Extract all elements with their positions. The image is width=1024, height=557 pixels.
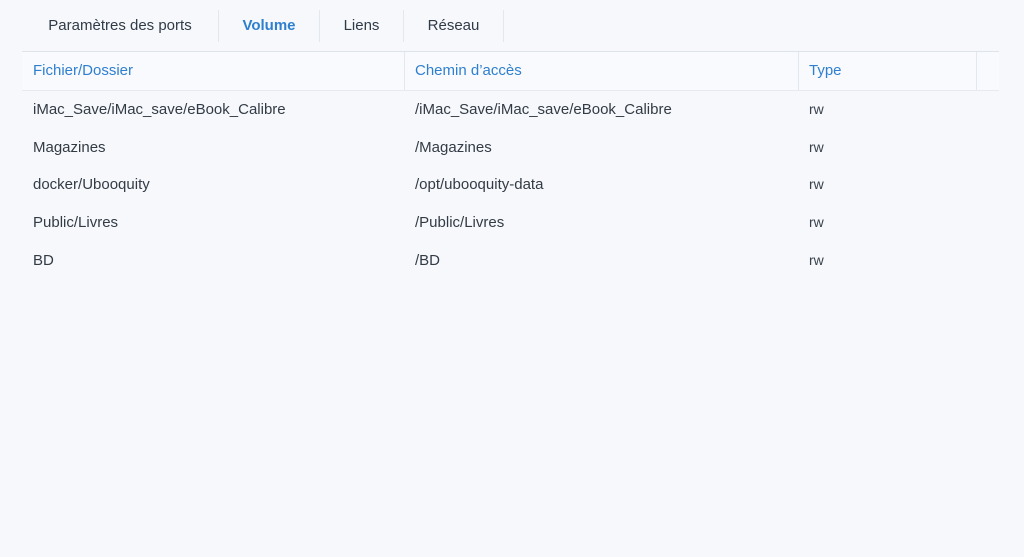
table-row[interactable]: BD /BD rw [22, 242, 999, 280]
tab-port-settings[interactable]: Paramètres des ports [22, 8, 218, 44]
column-header-file-folder[interactable]: Fichier/Dossier [22, 52, 404, 90]
tab-bar: Paramètres des ports Volume Liens Réseau [22, 8, 504, 44]
cell-path: /BD [415, 251, 441, 269]
column-header-path[interactable]: Chemin d’accès [404, 52, 798, 90]
cell-file-folder: BD [33, 251, 54, 269]
cell-type: rw [809, 176, 824, 193]
table-row[interactable]: docker/Ubooquity /opt/ubooquity-data rw [22, 166, 999, 204]
tab-network[interactable]: Réseau [404, 8, 503, 44]
cell-type: rw [809, 138, 824, 155]
cell-file-folder: Public/Livres [33, 214, 119, 232]
table-row[interactable]: Magazines /Magazines rw [22, 129, 999, 167]
cell-path: /opt/ubooquity-data [415, 176, 544, 194]
column-divider[interactable] [976, 52, 977, 90]
table-row[interactable]: Public/Livres /Public/Livres rw [22, 204, 999, 242]
cell-path: /iMac_Save/iMac_save/eBook_Calibre [415, 101, 672, 118]
table-header: Fichier/Dossier Chemin d’accès Type [22, 52, 999, 91]
tab-divider [503, 10, 504, 42]
cell-type: rw [809, 214, 824, 231]
column-header-type[interactable]: Type [798, 52, 976, 90]
cell-path: /Public/Livres [415, 214, 505, 232]
cell-file-folder: iMac_Save/iMac_save/eBook_Calibre [33, 101, 286, 118]
cell-type: rw [809, 101, 824, 117]
cell-type: rw [809, 251, 824, 268]
cell-file-folder: docker/Ubooquity [33, 176, 150, 194]
table-row[interactable]: iMac_Save/iMac_save/eBook_Calibre /iMac_… [22, 91, 999, 129]
cell-file-folder: Magazines [33, 138, 106, 156]
volume-settings-panel: Paramètres des ports Volume Liens Réseau… [0, 0, 1024, 557]
tab-volume[interactable]: Volume [219, 8, 319, 44]
tab-links[interactable]: Liens [320, 8, 403, 44]
cell-path: /Magazines [415, 138, 492, 156]
volume-table: Fichier/Dossier Chemin d’accès Type iMac… [22, 52, 999, 279]
